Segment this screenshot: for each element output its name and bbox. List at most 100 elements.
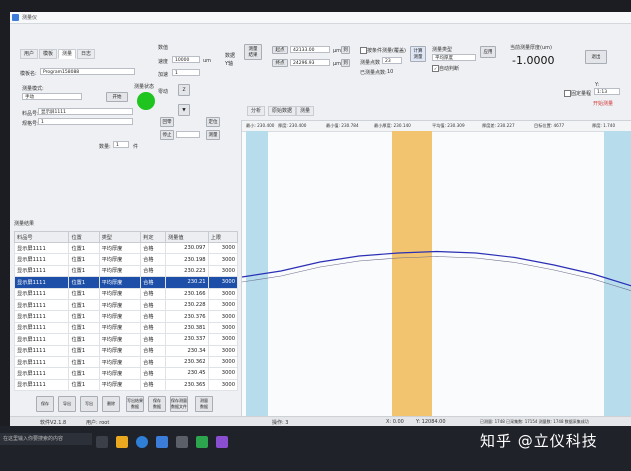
bottom-action-button[interactable]: 写出结果 数据	[126, 396, 144, 412]
set-button[interactable]: 定位	[206, 117, 220, 127]
table-row[interactable]: 显示屏1111 位置1 平均厚度 合格 230.097 3000	[13, 241, 239, 255]
end-point-button[interactable]: 终点	[272, 59, 288, 67]
y-coord-text: Y: 12084.00	[416, 419, 446, 425]
z-up-button[interactable]: Z	[178, 84, 190, 96]
fixed-range-checkbox[interactable]	[564, 90, 571, 97]
bottom-action-button[interactable]: 导出	[58, 396, 76, 412]
tab-measure[interactable]: 测量	[58, 49, 77, 59]
bottom-action-button[interactable]: 删除	[102, 396, 120, 412]
end-point-input[interactable]: 24296.93	[290, 59, 330, 66]
bottom-action-button[interactable]: 保存测量 数据文件	[170, 396, 188, 412]
measured-points-label: 已测量点数:	[360, 70, 387, 76]
table-cell: 230.362	[164, 355, 209, 369]
table-cell: 230.228	[164, 298, 209, 312]
move-label: 零动	[158, 89, 169, 95]
stop-button[interactable]: 停止	[160, 130, 174, 140]
end-point-unit: μm	[333, 61, 342, 67]
speed-label: 速度	[158, 59, 169, 65]
spec-input[interactable]: 1	[38, 118, 133, 125]
count-input[interactable]: 1	[113, 141, 129, 148]
app-taskbar-icon[interactable]	[156, 436, 168, 448]
table-title: 测量结果	[14, 221, 35, 227]
status-bar: 软件V2.1.8 用户: root 操作: 3 X: 0.00 Y: 12084…	[10, 416, 631, 426]
app-taskbar-icon-3[interactable]	[196, 436, 208, 448]
table-row[interactable]: 显示屏1111 位置1 平均厚度 合格 230.376 3000	[13, 310, 239, 323]
tab-log[interactable]: 日志	[77, 49, 96, 59]
accel-input[interactable]: 1	[172, 69, 200, 76]
template-select[interactable]: Program158088	[40, 68, 135, 75]
table-cell: 230.097	[164, 241, 209, 255]
bottom-action-button[interactable]: 写出	[80, 396, 98, 412]
table-cell: 230.381	[164, 321, 209, 335]
table-cell: 位置1	[68, 287, 100, 300]
table-cell: 合格	[140, 287, 166, 300]
auto-measure-checkbox[interactable]	[360, 47, 367, 54]
table-row[interactable]: 显示屏1111 位置1 平均厚度 合格 230.365 3000	[13, 378, 239, 392]
table-cell: 位置1	[68, 253, 100, 266]
column-header[interactable]: 料品号	[13, 231, 70, 243]
task-view-icon[interactable]	[96, 436, 108, 448]
type-select[interactable]: 平均厚度	[432, 54, 476, 61]
table-row[interactable]: 显示屏1111 位置1 平均厚度 合格 230.228 3000	[13, 298, 239, 312]
edge-browser-icon[interactable]	[136, 436, 148, 448]
speed-input[interactable]: 10000	[172, 56, 200, 63]
bottom-action-button[interactable]: 保存	[36, 396, 54, 412]
measured-points-value: 10	[387, 69, 394, 75]
tab-analysis[interactable]: 分析	[247, 106, 266, 116]
table-row[interactable]: 显示屏1111 位置1 平均厚度 合格 230.166 3000	[13, 287, 239, 300]
start-button[interactable]: 开始	[106, 92, 128, 102]
table-row[interactable]: 显示屏1111 位置1 平均厚度 合格 230.223 3000	[13, 264, 239, 278]
table-row[interactable]: 显示屏1111 位置1 平均厚度 合格 230.362 3000	[13, 355, 239, 369]
home-button[interactable]: 回零	[160, 117, 174, 127]
table-row[interactable]: 显示屏1111 位置1 平均厚度 合格 230.21 3000	[13, 276, 239, 289]
go-start-button[interactable]: 到	[341, 46, 350, 54]
table-cell: 230.376	[164, 310, 209, 323]
tab-template[interactable]: 模板	[39, 49, 58, 59]
count-status-text: 已测量: 1748 已采集数: 17154 测量数: 1748 数据采集成功	[480, 419, 589, 424]
mode-select[interactable]: 手动	[22, 93, 82, 100]
go-end-button[interactable]: 到	[341, 59, 350, 67]
column-header[interactable]: 类型	[98, 231, 142, 243]
calc-measure-button[interactable]: 计算 测量	[410, 46, 426, 62]
taskbar-search-box[interactable]: 在这里输入你要搜索的内容	[0, 433, 92, 445]
table-cell: 平均厚度	[98, 367, 142, 380]
step-input[interactable]	[176, 131, 200, 138]
part-name-input[interactable]: 显示屏1111	[38, 108, 133, 115]
start-point-button[interactable]: 起点	[272, 46, 288, 54]
table-row[interactable]: 显示屏1111 位置1 平均厚度 合格 230.198 3000	[13, 253, 239, 266]
save-result-button[interactable]: 测量 结果	[244, 44, 262, 60]
apply-button[interactable]: 应用	[480, 46, 496, 58]
table-cell: 位置1	[68, 355, 100, 369]
bottom-action-button[interactable]: 测量 数据	[195, 396, 213, 412]
auto-judge-checkbox[interactable]: ✓	[432, 65, 439, 72]
app-taskbar-icon-4[interactable]	[216, 436, 228, 448]
table-cell: 230.45	[164, 367, 209, 380]
start-point-unit: μm	[333, 48, 342, 54]
measure-button[interactable]: 测量	[206, 130, 220, 140]
profile-curve-svg	[242, 250, 631, 292]
auto-measure-label: 按条件测量(覆盖)	[367, 48, 406, 54]
start-point-input[interactable]: 42133.00	[290, 46, 330, 53]
tab-user[interactable]: 用户	[20, 49, 39, 59]
column-header[interactable]: 判定	[140, 231, 166, 243]
app-taskbar-icon-2[interactable]	[176, 436, 188, 448]
table-row[interactable]: 显示屏1111 位置1 平均厚度 合格 230.34 3000	[13, 344, 239, 357]
exit-button[interactable]: 退出	[585, 50, 607, 64]
table-row[interactable]: 显示屏1111 位置1 平均厚度 合格 230.381 3000	[13, 321, 239, 335]
column-header[interactable]: 上限	[207, 231, 239, 243]
bottom-action-button[interactable]: 保存 数据	[148, 396, 166, 412]
range-select[interactable]: 1:13	[594, 88, 620, 95]
table-cell: 3000	[207, 355, 239, 369]
table-row[interactable]: 显示屏1111 位置1 平均厚度 合格 230.337 3000	[13, 333, 239, 346]
table-row[interactable]: 显示屏1111 位置1 平均厚度 合格 230.45 3000	[13, 367, 239, 380]
tab-raw-data[interactable]: 原始数据	[268, 106, 297, 116]
table-cell: 位置1	[68, 333, 100, 346]
tab-measurement[interactable]: 测量	[296, 106, 315, 116]
table-cell: 平均厚度	[98, 276, 142, 289]
column-header[interactable]: 位置	[68, 231, 100, 243]
table-cell: 230.166	[164, 287, 209, 300]
points-input[interactable]: 23	[382, 57, 402, 64]
column-header[interactable]: 测量值	[164, 231, 209, 243]
z-down-button[interactable]: ▼	[178, 104, 190, 116]
file-explorer-icon[interactable]	[116, 436, 128, 448]
